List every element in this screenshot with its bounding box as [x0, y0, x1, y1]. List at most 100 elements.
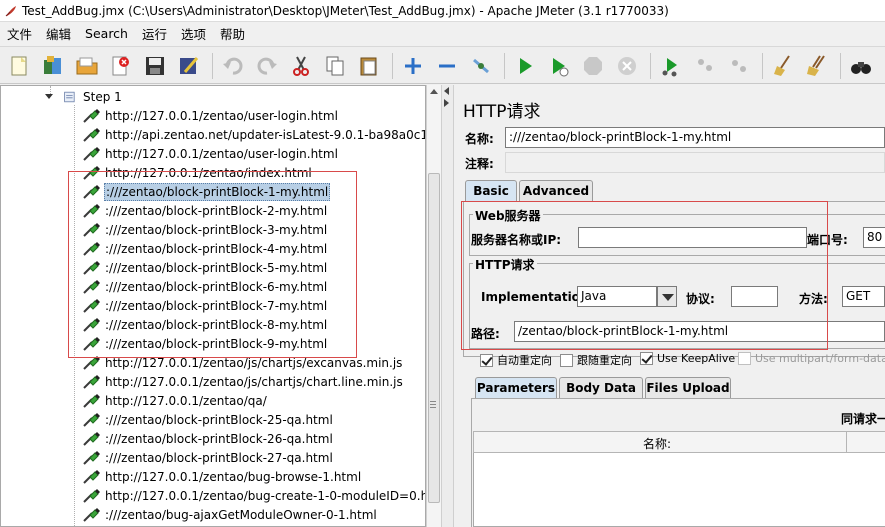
- tree-node-http-sampler[interactable]: :///zentao/block-printBlock-8-my.html: [81, 315, 328, 334]
- tree-node-http-sampler[interactable]: http://127.0.0.1/zentao/bug-create-1-0-m…: [81, 486, 425, 505]
- tree-node-http-sampler[interactable]: http://127.0.0.1/zentao/qa/: [81, 391, 268, 410]
- splitter-right-icon[interactable]: [444, 99, 449, 107]
- close-file-icon: [112, 56, 129, 76]
- method-select[interactable]: GET: [842, 286, 885, 307]
- tree-node-http-sampler[interactable]: :///zentao/block-printBlock-26-qa.html: [81, 429, 334, 448]
- tab-advanced[interactable]: Advanced: [519, 180, 593, 201]
- tree-node-http-sampler[interactable]: http://127.0.0.1/zentao/js/chartjs/excan…: [81, 353, 403, 372]
- tree-node-http-sampler[interactable]: http://api.zentao.net/updater-isLatest-9…: [81, 125, 425, 144]
- tree-node-label: :///zentao/block-printBlock-6-my.html: [105, 279, 328, 294]
- tree-node-label: :///zentao/block-printBlock-27-qa.html: [105, 450, 333, 465]
- http-sampler-pipette-icon: [83, 184, 100, 199]
- splitter-left-icon[interactable]: [444, 87, 449, 95]
- auto-redirect-checkbox[interactable]: 自动重定向: [480, 352, 552, 368]
- menu-file[interactable]: 文件: [0, 24, 39, 43]
- tree-scrollbar[interactable]: [426, 85, 441, 527]
- tree-node-http-sampler[interactable]: :///zentao/block-printBlock-25-qa.html: [81, 410, 334, 429]
- tree-node-http-sampler[interactable]: :///zentao/block-printBlock-7-my.html: [81, 296, 328, 315]
- tree-node-step[interactable]: Step 1: [45, 87, 123, 106]
- tree-node-http-sampler[interactable]: :///zentao/block-printBlock-27-qa.html: [81, 448, 334, 467]
- close-button[interactable]: [106, 51, 136, 81]
- save-icon: [146, 57, 164, 75]
- stop-button[interactable]: [578, 51, 608, 81]
- param-name-column-header: 名称:: [643, 437, 672, 451]
- menu-run[interactable]: 运行: [135, 24, 174, 43]
- play-no-pause-icon: [553, 58, 569, 77]
- save-screen-button[interactable]: [174, 51, 204, 81]
- start-button[interactable]: [510, 51, 540, 81]
- menu-help[interactable]: 帮助: [213, 24, 252, 43]
- redo-button[interactable]: [252, 51, 282, 81]
- checkbox-unchecked-icon: [738, 352, 751, 365]
- open-button[interactable]: [72, 51, 102, 81]
- name-input[interactable]: :///zentao/block-printBlock-1-my.html: [505, 127, 885, 148]
- tree-node-http-sampler[interactable]: http://127.0.0.1/zentao/bug-browse-1.htm…: [81, 467, 362, 486]
- tree-node-http-sampler[interactable]: :///zentao/block-printBlock-2-my.html: [81, 201, 328, 220]
- tab-body-data[interactable]: Body Data: [559, 377, 643, 398]
- http-sampler-pipette-icon: [83, 412, 100, 427]
- tree-node-http-sampler[interactable]: :///zentao/block-printBlock-9-my.html: [81, 334, 328, 353]
- shutdown-button[interactable]: [612, 51, 642, 81]
- path-input[interactable]: /zentao/block-printBlock-1-my.html: [514, 321, 885, 342]
- tree-node-http-sampler[interactable]: http://127.0.0.1/zentao/js/chartjs/chart…: [81, 372, 404, 391]
- search-button[interactable]: [846, 51, 876, 81]
- menu-edit[interactable]: 编辑: [39, 24, 78, 43]
- tab-files-upload[interactable]: Files Upload: [645, 377, 731, 398]
- collapse-all-button[interactable]: [432, 51, 462, 81]
- templates-button[interactable]: [38, 51, 68, 81]
- http-request-panel: HTTP请求 名称: :///zentao/block-printBlock-1…: [455, 85, 885, 527]
- implementation-select[interactable]: Java: [577, 286, 657, 307]
- window-titlebar: Test_AddBug.jmx (C:\Users\Administrator\…: [0, 0, 885, 22]
- tab-parameters[interactable]: Parameters: [475, 377, 557, 398]
- tree-node-label: Step 1: [83, 89, 122, 104]
- tree-node-http-sampler[interactable]: :///zentao/block-printBlock-6-my.html: [81, 277, 328, 296]
- follow-redirect-checkbox[interactable]: 跟随重定向: [560, 352, 632, 368]
- menu-options[interactable]: 选项: [174, 24, 213, 43]
- remote-stop-button[interactable]: [690, 51, 720, 81]
- tree-node-label: :///zentao/block-printBlock-4-my.html: [105, 241, 328, 256]
- templates-icon: [44, 56, 61, 74]
- paste-button[interactable]: [354, 51, 384, 81]
- tree-node-http-sampler[interactable]: :///zentao/block-printBlock-4-my.html: [81, 239, 328, 258]
- copy-button[interactable]: [320, 51, 350, 81]
- undo-button[interactable]: [218, 51, 248, 81]
- cut-button[interactable]: [286, 51, 316, 81]
- tree-node-http-sampler[interactable]: :///zentao/bug-ajaxGetModuleOwner-0-1.ht…: [81, 505, 378, 524]
- remote-shutdown-button[interactable]: [724, 51, 754, 81]
- tree-node-http-sampler[interactable]: http://127.0.0.1/zentao/index.html: [81, 163, 313, 182]
- new-button[interactable]: [4, 51, 34, 81]
- clear-button[interactable]: [768, 51, 798, 81]
- more-toolbar-button[interactable]: [878, 51, 885, 81]
- save-button[interactable]: [140, 51, 170, 81]
- toggle-button[interactable]: [466, 51, 496, 81]
- server-input[interactable]: [578, 227, 807, 248]
- remote-start-button[interactable]: [656, 51, 686, 81]
- comment-input[interactable]: [505, 152, 885, 173]
- toolbar: [0, 46, 885, 84]
- http-sampler-pipette-icon: [83, 469, 100, 484]
- tree-node-http-sampler[interactable]: :///zentao/block-printBlock-5-my.html: [81, 258, 328, 277]
- tree-node-http-sampler[interactable]: :///zentao/block-printBlock-1-my.html: [81, 182, 331, 201]
- broom-all-icon: [807, 55, 825, 76]
- scrollbar-thumb[interactable]: [428, 173, 440, 503]
- tree-node-http-sampler[interactable]: http://127.0.0.1/zentao/user-login.html: [81, 106, 339, 125]
- tree-node-label: :///zentao/bug-ajaxGetModuleOwner-0-1.ht…: [105, 507, 377, 522]
- protocol-input[interactable]: [731, 286, 778, 307]
- tab-basic[interactable]: Basic: [465, 180, 517, 201]
- collapse-handle-icon[interactable]: [45, 94, 53, 99]
- tree-node-label: :///zentao/block-printBlock-8-my.html: [105, 317, 328, 332]
- pane-splitter[interactable]: [441, 85, 454, 527]
- keepalive-checkbox[interactable]: Use KeepAlive: [640, 352, 735, 365]
- menu-search[interactable]: Search: [78, 26, 135, 41]
- multipart-checkbox: Use multipart/form-data for: [738, 352, 885, 365]
- tree-node-label: http://127.0.0.1/zentao/js/chartjs/chart…: [105, 374, 403, 389]
- scroll-up-icon[interactable]: [430, 89, 438, 94]
- port-input[interactable]: 80: [863, 227, 885, 248]
- expand-all-button[interactable]: [398, 51, 428, 81]
- clear-all-button[interactable]: [802, 51, 832, 81]
- start-no-pauses-button[interactable]: [544, 51, 574, 81]
- chevron-down-icon[interactable]: [657, 286, 677, 307]
- tree-node-http-sampler[interactable]: http://127.0.0.1/zentao/user-login.html: [81, 144, 339, 163]
- tree-node-http-sampler[interactable]: :///zentao/block-printBlock-3-my.html: [81, 220, 328, 239]
- scissors-icon: [293, 56, 309, 76]
